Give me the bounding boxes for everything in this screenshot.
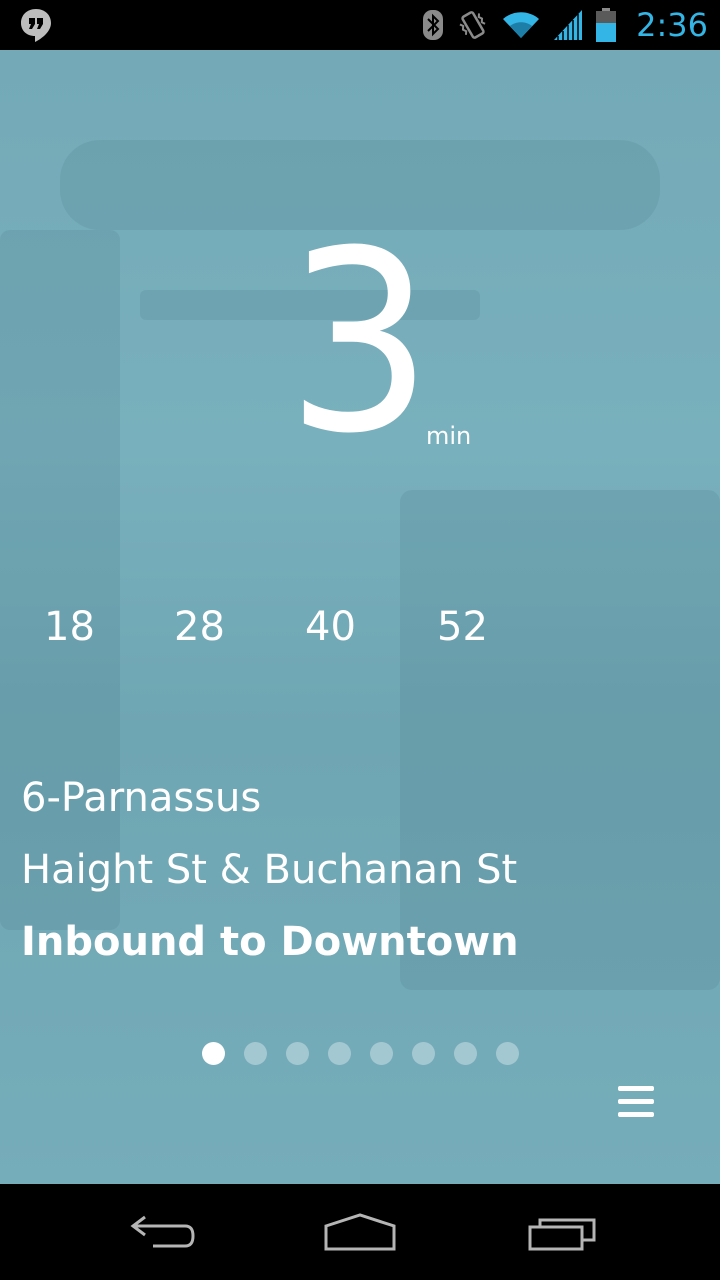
menu-icon	[618, 1099, 654, 1104]
page-indicator	[202, 1042, 519, 1065]
page-dot[interactable]	[286, 1042, 309, 1065]
route-info: 6-Parnassus Haight St & Buchanan St Inbo…	[21, 762, 519, 978]
stop-name: Haight St & Buchanan St	[21, 847, 518, 893]
signal-icon	[554, 10, 583, 40]
upcoming-arrival-time: 52	[437, 604, 488, 650]
back-icon	[130, 1215, 195, 1248]
battery-icon	[596, 8, 617, 42]
upcoming-arrival-time: 28	[174, 604, 225, 650]
upcoming-arrival-time: 18	[44, 604, 95, 650]
recents-icon	[528, 1218, 596, 1251]
menu-icon	[618, 1086, 654, 1091]
page-dot[interactable]	[496, 1042, 519, 1065]
status-bar: 2:36	[0, 0, 720, 50]
home-icon	[324, 1213, 396, 1251]
upcoming-arrivals: 18 28 40 52	[0, 604, 720, 654]
page-dot[interactable]	[370, 1042, 393, 1065]
vibrate-icon	[459, 11, 486, 39]
page-dot[interactable]	[454, 1042, 477, 1065]
minutes-value: 3	[286, 197, 434, 488]
menu-icon	[618, 1112, 654, 1117]
menu-button[interactable]	[618, 1086, 654, 1118]
wifi-icon	[503, 12, 540, 38]
home-button[interactable]	[320, 1210, 400, 1254]
arrival-screen: 3 min 18 28 40 52 6-Parnassus Haight St …	[0, 50, 720, 1184]
minutes-until-arrival: 3	[0, 218, 720, 468]
clock-time: 2:36	[636, 6, 708, 44]
page-dot[interactable]	[328, 1042, 351, 1065]
hangouts-icon	[21, 9, 51, 42]
bluetooth-icon	[423, 10, 444, 40]
page-dot[interactable]	[412, 1042, 435, 1065]
page-dot[interactable]	[202, 1042, 225, 1065]
back-button[interactable]	[120, 1210, 200, 1254]
page-dot[interactable]	[244, 1042, 267, 1065]
recents-button[interactable]	[522, 1210, 602, 1254]
navigation-bar	[0, 1184, 720, 1280]
upcoming-arrival-time: 40	[305, 604, 356, 650]
route-direction: Inbound to Downtown	[21, 919, 519, 965]
minutes-unit-label: min	[426, 422, 472, 450]
route-name: 6-Parnassus	[21, 775, 262, 821]
